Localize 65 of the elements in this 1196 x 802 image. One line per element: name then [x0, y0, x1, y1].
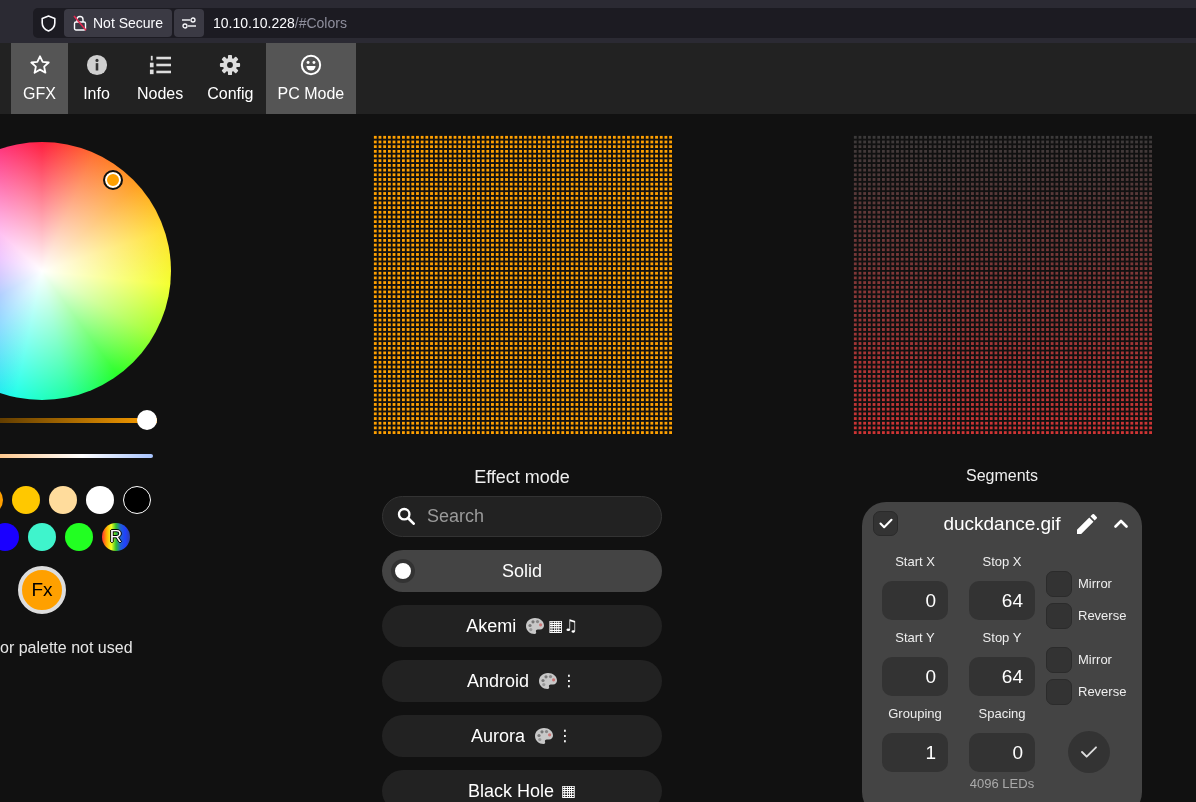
nav-tab[interactable]: Config — [195, 43, 266, 114]
number-field[interactable]: 0 — [969, 733, 1035, 772]
color-swatch-icon[interactable] — [65, 523, 93, 551]
field-label: Spacing — [978, 705, 1026, 723]
nav-tab[interactable]: Info — [68, 43, 125, 114]
info-icon — [85, 54, 108, 76]
field-label: Stop X — [982, 553, 1022, 571]
numbered-list-icon — [149, 54, 172, 76]
number-field[interactable]: 64 — [969, 657, 1035, 696]
color-swatch-icon[interactable] — [86, 486, 114, 514]
checkbox[interactable] — [1046, 603, 1072, 629]
segment-name: duckdance.gif — [942, 511, 1062, 536]
color-swatch-icon[interactable] — [49, 486, 77, 514]
field-label: Grouping — [888, 705, 942, 723]
effect-item[interactable]: Aurora ⋮ — [382, 715, 662, 757]
nav-tab[interactable]: PC Mode — [265, 43, 357, 114]
check-icon — [878, 518, 893, 529]
checkbox[interactable] — [1046, 571, 1072, 597]
effect-item[interactable]: Akemi ▦♫ — [382, 605, 662, 647]
section-title: Segments — [965, 467, 1038, 485]
nav-tab[interactable]: GFX — [11, 43, 68, 114]
search-field[interactable]: Search — [382, 496, 662, 537]
pencil-icon[interactable] — [1077, 513, 1097, 534]
apply-button[interactable] — [1068, 731, 1110, 773]
color-swatch-icon[interactable] — [28, 523, 56, 551]
option-label: Reverse — [1078, 607, 1127, 626]
chevron-up-icon[interactable] — [1114, 519, 1128, 528]
nav-tab[interactable]: Nodes — [125, 43, 196, 114]
url-text: 10.10.10.228/#Colors — [213, 13, 347, 33]
color-swatch-icon[interactable] — [123, 486, 151, 514]
effect-item[interactable]: Black Hole ▦ — [382, 770, 662, 802]
effect-item[interactable]: Solid — [382, 550, 662, 592]
number-field[interactable]: 1 — [882, 733, 948, 772]
permissions-button[interactable] — [174, 9, 205, 37]
number-field[interactable]: 64 — [969, 581, 1035, 620]
security-indicator[interactable]: Not Secure — [64, 9, 173, 37]
number-field[interactable]: 0 — [882, 657, 948, 696]
checkbox[interactable] — [873, 511, 898, 536]
field-label: Start X — [895, 553, 935, 571]
fx-button[interactable]: Fx — [18, 566, 66, 614]
star-icon — [28, 54, 51, 76]
radio-icon — [391, 559, 415, 583]
checkbox[interactable] — [1046, 679, 1072, 705]
color-swatch-icon[interactable] — [12, 486, 40, 514]
number-field[interactable]: 0 — [882, 581, 948, 620]
smiley-icon — [299, 54, 322, 76]
check-icon — [1080, 745, 1098, 759]
search-icon — [397, 507, 415, 525]
lock-slash-icon — [73, 15, 87, 31]
shield-icon[interactable] — [41, 14, 56, 32]
field-label: Stop Y — [982, 629, 1022, 647]
slider-thumb[interactable] — [137, 410, 157, 430]
section-title: Effect mode — [474, 467, 570, 487]
led-count: 4096 LEDs — [968, 776, 1036, 792]
option-label: Reverse — [1078, 683, 1127, 702]
color-picker-handle[interactable] — [103, 170, 123, 190]
field-label: Start Y — [895, 629, 935, 647]
sliders-icon — [181, 17, 198, 29]
gear-icon — [219, 54, 242, 76]
palette-note: or palette not used — [0, 639, 134, 657]
option-label: Mirror — [1078, 651, 1112, 670]
effect-item[interactable]: Android ⋮ — [382, 660, 662, 702]
option-label: Mirror — [1078, 575, 1112, 594]
checkbox[interactable] — [1046, 647, 1072, 673]
address-bar[interactable]: Not Secure 10.10.10.228/#Colors — [33, 8, 1196, 38]
